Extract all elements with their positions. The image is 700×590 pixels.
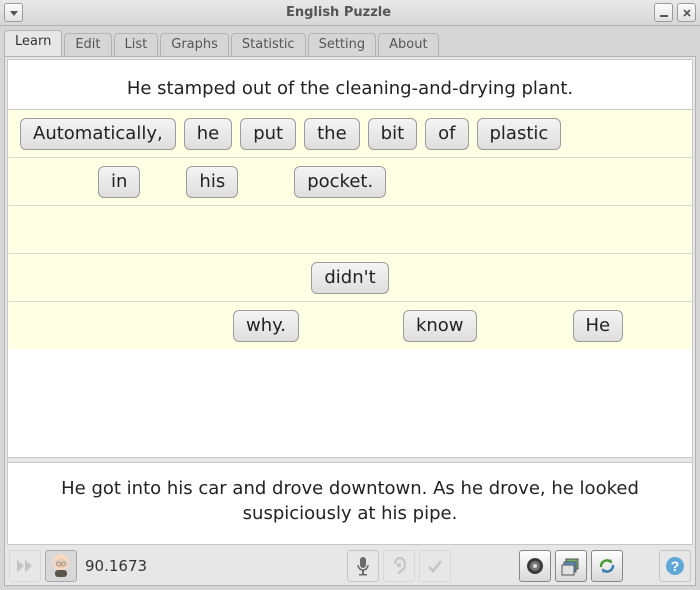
puzzle-row[interactable]: didn't: [8, 253, 692, 301]
check-icon: [426, 557, 444, 575]
word-button[interactable]: didn't: [311, 262, 388, 294]
score-value: 90.1673: [85, 557, 147, 575]
puzzle-row[interactable]: Automatically, he put the bit of plastic: [8, 109, 692, 157]
context-sentence-top: He stamped out of the cleaning-and-dryin…: [8, 60, 692, 109]
play-button[interactable]: [9, 550, 41, 582]
svg-text:?: ?: [671, 558, 680, 574]
tab-learn[interactable]: Learn: [4, 30, 62, 56]
tab-statistic[interactable]: Statistic: [231, 33, 306, 56]
content-area: He stamped out of the cleaning-and-dryin…: [7, 59, 693, 545]
context-sentence-bottom: He got into his car and drove downtown. …: [8, 463, 692, 544]
word-button[interactable]: bit: [368, 118, 417, 150]
word-button[interactable]: know: [403, 310, 477, 342]
refresh-icon: [597, 556, 617, 576]
word-button[interactable]: in: [98, 166, 140, 198]
tab-about[interactable]: About: [378, 33, 438, 56]
listen-button[interactable]: [383, 550, 415, 582]
window-body: Learn Edit List Graphs Statistic Setting…: [0, 26, 700, 590]
images-icon: [561, 556, 581, 576]
window-menu-button[interactable]: [4, 3, 23, 22]
puzzle-row[interactable]: [8, 205, 692, 253]
microphone-icon: [355, 556, 371, 576]
tab-edit[interactable]: Edit: [64, 33, 111, 56]
avatar-button[interactable]: [45, 550, 77, 582]
minimize-button[interactable]: [654, 3, 673, 22]
toolbar: 90.1673: [5, 547, 695, 585]
window-title: English Puzzle: [27, 5, 650, 20]
puzzle-row[interactable]: why. know He: [8, 301, 692, 349]
tab-graphs[interactable]: Graphs: [160, 33, 229, 56]
person-icon: [49, 554, 73, 578]
tab-setting[interactable]: Setting: [308, 33, 377, 56]
help-icon: ?: [665, 556, 685, 576]
main-panel: He stamped out of the cleaning-and-dryin…: [4, 56, 696, 586]
word-button[interactable]: put: [240, 118, 296, 150]
tab-list[interactable]: List: [114, 33, 159, 56]
titlebar: English Puzzle: [0, 0, 700, 26]
word-button[interactable]: plastic: [477, 118, 562, 150]
refresh-button[interactable]: [591, 550, 623, 582]
word-button[interactable]: Automatically,: [20, 118, 176, 150]
images-button[interactable]: [555, 550, 587, 582]
speaker-icon: [525, 556, 545, 576]
ear-icon: [390, 556, 408, 576]
check-button[interactable]: [419, 550, 451, 582]
word-button[interactable]: the: [304, 118, 360, 150]
word-button[interactable]: pocket.: [294, 166, 386, 198]
word-button[interactable]: of: [425, 118, 468, 150]
word-button[interactable]: his: [186, 166, 238, 198]
close-button[interactable]: [677, 3, 696, 22]
play-forward-icon: [15, 558, 35, 574]
microphone-button[interactable]: [347, 550, 379, 582]
word-button[interactable]: He: [573, 310, 624, 342]
word-button[interactable]: he: [184, 118, 232, 150]
word-button[interactable]: why.: [233, 310, 299, 342]
tabstrip: Learn Edit List Graphs Statistic Setting…: [4, 30, 696, 56]
speaker-button[interactable]: [519, 550, 551, 582]
puzzle-row[interactable]: in his pocket.: [8, 157, 692, 205]
help-button[interactable]: ?: [659, 550, 691, 582]
puzzle-area: Automatically, he put the bit of plastic…: [8, 109, 692, 457]
